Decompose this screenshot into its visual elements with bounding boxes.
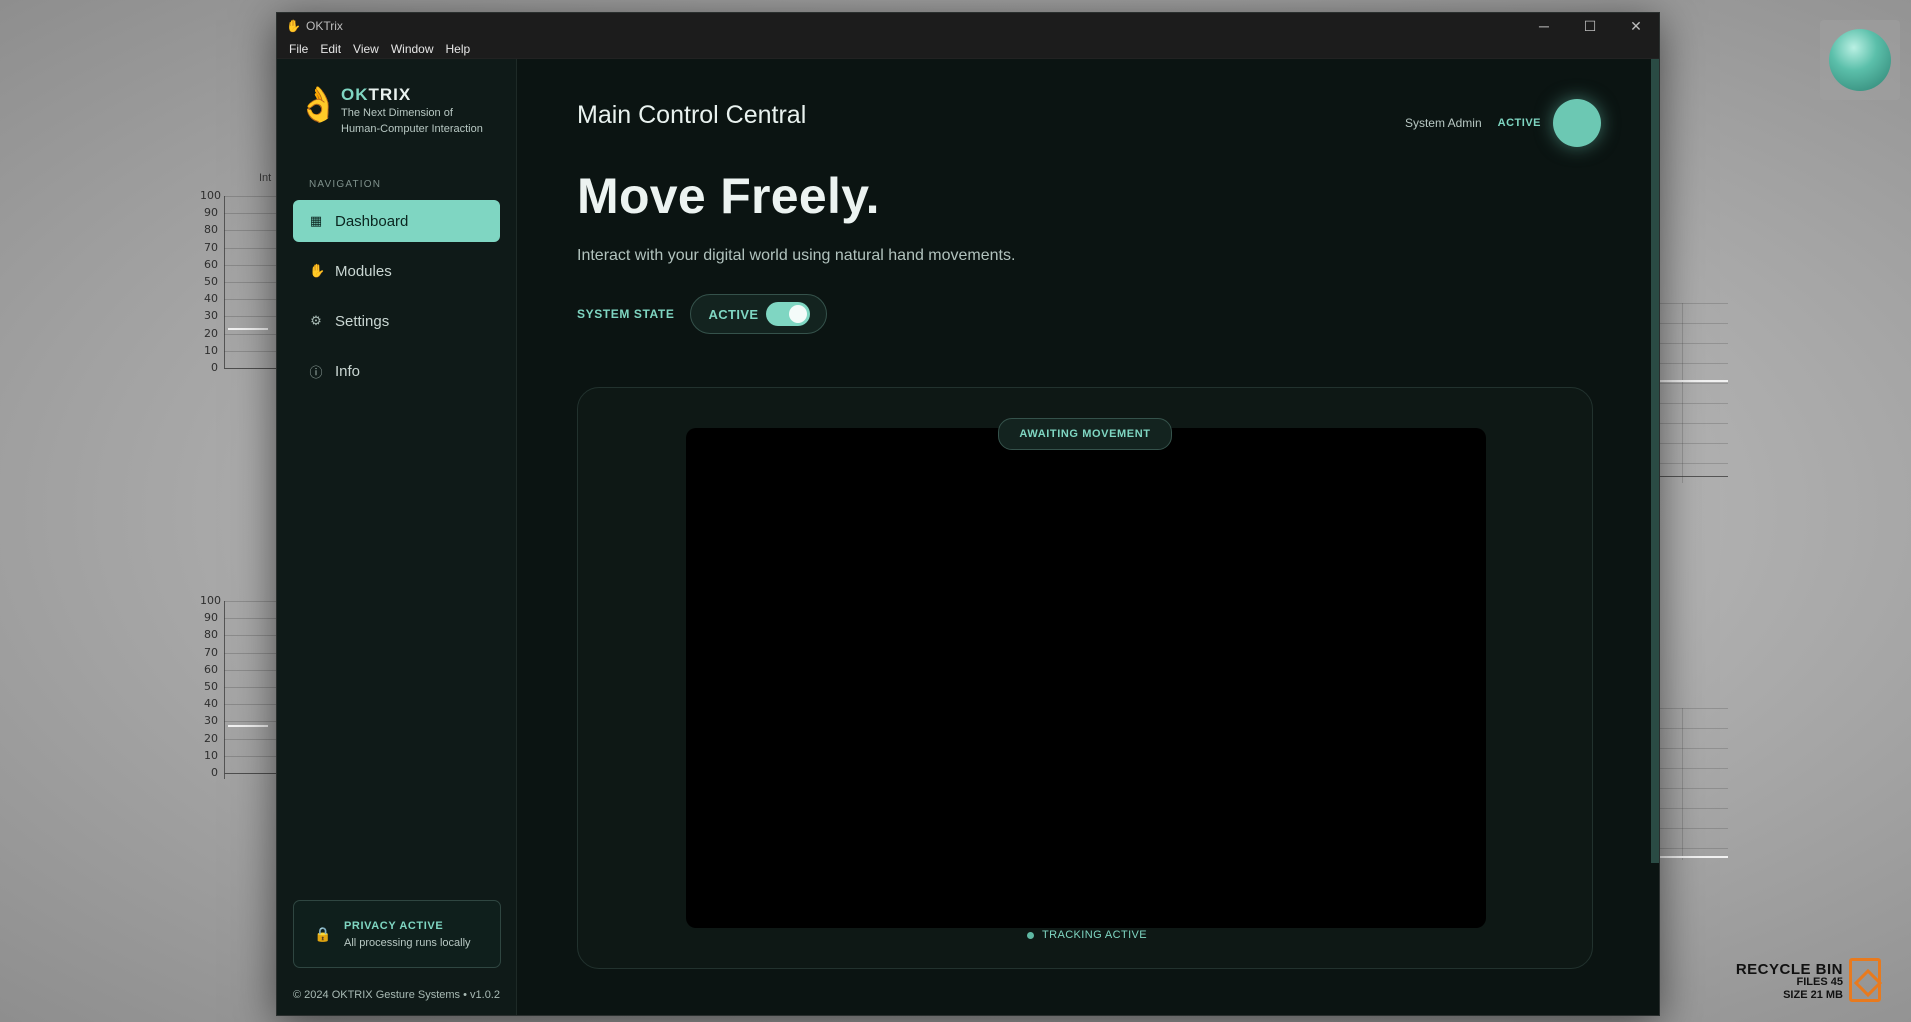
copyright: © 2024 OKTRIX Gesture Systems • v1.0.2 (293, 989, 500, 1001)
title-bar: ✋ OKTrix ─ ☐ ✕ (277, 13, 1659, 39)
system-state-label: SYSTEM STATE (577, 307, 675, 321)
chart-line (1660, 856, 1728, 858)
chart-tick-label: 80 (204, 628, 218, 642)
recycle-bin[interactable]: RECYCLE BIN FILES 45 SIZE 21 MB (1736, 958, 1881, 1002)
nav-heading: NAVIGATION (309, 179, 382, 190)
close-button[interactable]: ✕ (1613, 13, 1659, 39)
chart-tick-label: 90 (204, 206, 218, 220)
sidebar-item-label: Modules (335, 262, 392, 280)
background-chart-title: Int (259, 172, 272, 184)
chart-tick-label: 10 (204, 343, 218, 357)
chart-tick-label: 40 (204, 697, 218, 711)
sidebar-item-label: Dashboard (335, 212, 409, 230)
chart-tick-label: 90 (204, 611, 218, 625)
menu-file[interactable]: File (283, 42, 314, 56)
hero-heading: Move Freely. (577, 168, 880, 224)
maximize-button[interactable]: ☐ (1567, 13, 1613, 39)
chart-tick-label: 30 (204, 714, 218, 728)
tracking-label: TRACKING ACTIVE (1042, 929, 1148, 941)
chart-tick-label: 20 (204, 326, 218, 340)
recycle-bin-size: SIZE 21 MB (1783, 989, 1843, 1001)
hand-icon: ✋ (309, 263, 326, 278)
system-state-value: ACTIVE (708, 306, 759, 322)
sidebar-item-label: Info (335, 362, 361, 380)
orb-widget[interactable] (1820, 20, 1900, 100)
brand-name: OKTRIX (341, 85, 412, 104)
status-badge: AWAITING MOVEMENT (998, 418, 1172, 450)
privacy-card: 🔒 PRIVACY ACTIVE All processing runs loc… (293, 900, 501, 968)
background-grid-2 (1660, 708, 1728, 860)
sidebar-item-settings[interactable]: ⚙ Settings (293, 300, 500, 342)
recycle-bin-icon (1849, 958, 1881, 1002)
sidebar-item-dashboard[interactable]: ▦ Dashboard (293, 200, 500, 242)
chart-tick-label: 60 (204, 662, 218, 676)
page-title: Main Control Central (577, 101, 807, 129)
system-state: SYSTEM STATE ACTIVE (577, 294, 828, 334)
nav: ▦ Dashboard ✋ Modules ⚙ Settings ⓘ Info (277, 200, 516, 392)
chart-tick-label: 40 (204, 292, 218, 306)
main-content: Main Control Central System Admin ACTIVE… (517, 59, 1659, 1015)
brand-tagline: The Next Dimension of (341, 107, 453, 119)
chart-axis (224, 601, 225, 779)
user-status: ACTIVE (1497, 117, 1541, 129)
recycle-bin-title: RECYCLE BIN (1735, 961, 1843, 978)
brand-tagline: Human-Computer Interaction (341, 123, 483, 135)
ok-hand-icon: 👌 (297, 86, 340, 124)
menu-view[interactable]: View (347, 42, 385, 56)
chart-tick-label: 60 (204, 257, 218, 271)
system-state-toggle[interactable] (766, 302, 811, 326)
grid-icon: ▦ (309, 213, 323, 228)
chart-tick-label: 70 (204, 240, 218, 254)
hero-subtitle: Interact with your digital world using n… (577, 247, 1016, 264)
gear-icon: ⚙ (310, 313, 322, 328)
avatar[interactable] (1553, 99, 1601, 147)
orb-icon (1829, 29, 1891, 91)
scrollbar[interactable] (1651, 59, 1659, 863)
menu-help[interactable]: Help (440, 42, 477, 56)
info-icon: ⓘ (309, 364, 323, 380)
user-name: System Admin (1404, 116, 1482, 130)
sidebar: 👌 OKTRIX The Next Dimension of Human-Com… (277, 59, 517, 1015)
chart-tick-label: 20 (204, 731, 218, 745)
chart-tick-label: 100 (200, 189, 221, 202)
chart-tick-label: 70 (204, 645, 218, 659)
lock-icon: 🔒 (314, 925, 332, 942)
toggle-knob (789, 305, 808, 323)
menu-window[interactable]: Window (385, 42, 440, 56)
minimize-button[interactable]: ─ (1521, 13, 1567, 39)
tracking-dot-icon (1027, 931, 1034, 939)
chart-line (228, 328, 268, 330)
chart-tick-label: 50 (204, 680, 218, 693)
menu-bar: File Edit View Window Help (277, 39, 1659, 59)
sidebar-item-modules[interactable]: ✋ Modules (293, 250, 500, 292)
chart-tick-label: 0 (211, 766, 218, 779)
system-state-pill: ACTIVE (690, 294, 828, 334)
privacy-title: PRIVACY ACTIVE (344, 919, 444, 932)
chart-tick-label: 80 (204, 223, 218, 237)
brand: 👌 OKTRIX The Next Dimension of Human-Com… (277, 59, 516, 137)
chart-tick-label: 50 (204, 275, 218, 288)
window-title: OKTrix (306, 19, 343, 33)
chart-tick-label: 100 (200, 594, 221, 607)
app-window: ✋ OKTrix ─ ☐ ✕ File Edit View Window Hel… (276, 12, 1660, 1016)
menu-edit[interactable]: Edit (314, 42, 347, 56)
chart-line (228, 725, 268, 727)
sidebar-item-info[interactable]: ⓘ Info (293, 350, 500, 392)
user-info: System Admin ACTIVE (1405, 99, 1601, 147)
chart-tick-label: 10 (204, 748, 218, 762)
tracking-indicator: TRACKING ACTIVE (1027, 929, 1147, 941)
chart-line (1660, 380, 1728, 382)
background-grid-1 (1660, 303, 1728, 483)
chart-tick-label: 0 (211, 361, 218, 374)
camera-feed (686, 428, 1486, 928)
camera-panel: AWAITING MOVEMENT TRACKING ACTIVE (577, 387, 1593, 969)
privacy-subtitle: All processing runs locally (344, 936, 471, 949)
app-hand-icon: ✋ (286, 19, 301, 33)
sidebar-item-label: Settings (335, 312, 390, 330)
chart-tick-label: 30 (204, 309, 218, 323)
